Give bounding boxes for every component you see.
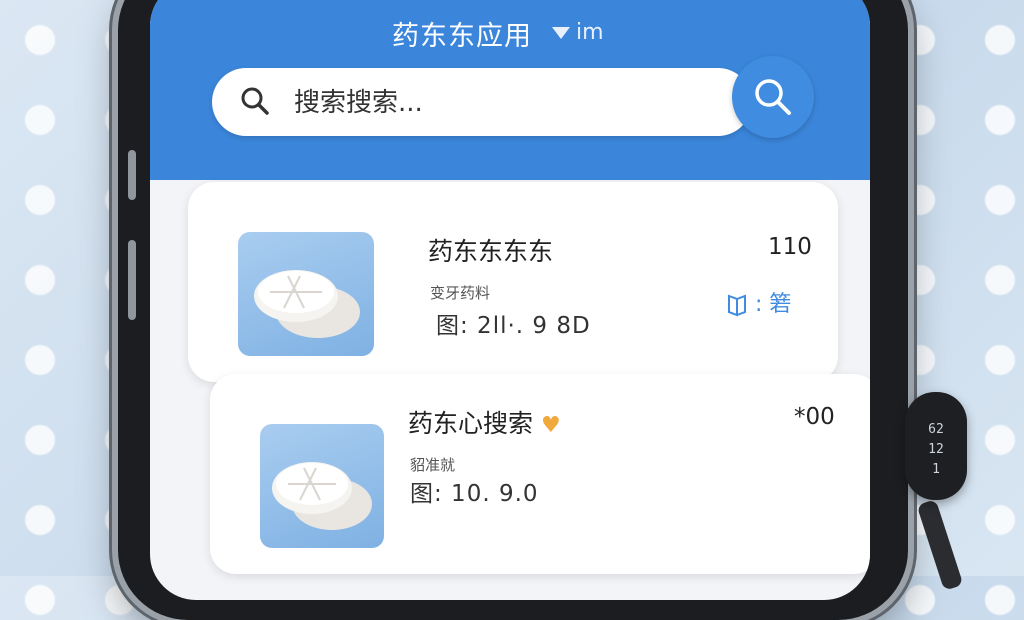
status-text: im: [576, 20, 604, 45]
product-name: 药东心搜索: [408, 409, 534, 438]
product-action[interactable]: : 箬: [726, 286, 791, 318]
book-icon: [728, 294, 746, 317]
wearable-device: 62 12 1: [905, 392, 967, 500]
product-card[interactable]: 药东东东东 变牙药料 图: 2ll·. 9 8D 110 : 箬: [188, 182, 838, 382]
product-price: 110: [768, 234, 812, 260]
pill-icon: [272, 462, 372, 530]
app-title: 药东东应用: [392, 21, 532, 52]
wearable-line-1: 62: [928, 422, 944, 437]
search-input[interactable]: [292, 82, 676, 124]
product-card[interactable]: 药东心搜索 ♥ 貂准就 图: 10. 9.0 *00: [210, 374, 870, 574]
wearable-line-2: 12: [928, 442, 944, 457]
search-icon: [755, 79, 791, 115]
wifi-icon: [552, 27, 570, 39]
band-strap: [916, 499, 964, 591]
app-header: 药东东应用 im: [150, 0, 870, 180]
product-image: [238, 232, 374, 356]
search-button[interactable]: [732, 56, 814, 138]
product-spec: 图: 10. 9.0: [410, 481, 539, 507]
wearable-line-3: 1: [932, 462, 940, 477]
product-action-label: : 箬: [755, 292, 792, 317]
phone-side-button: [128, 150, 136, 200]
pill-icon: [254, 270, 360, 338]
status-indicator: im: [552, 20, 604, 45]
phone-volume-button: [128, 240, 136, 320]
search-icon: [241, 87, 269, 115]
product-price: *00: [794, 404, 835, 430]
product-subtitle: 变牙药料: [430, 284, 491, 302]
phone-screen: 药东东应用 im 搜索搜索... 药东东东东 变牙药料 图: 2ll·. 9 8…: [150, 0, 870, 600]
product-subtitle: 貂准就: [410, 456, 456, 474]
product-image: [260, 424, 384, 548]
heart-icon[interactable]: ♥: [541, 413, 561, 438]
product-name: 药东东东东: [428, 237, 554, 266]
product-name-row: 药东心搜索 ♥: [408, 404, 561, 440]
product-spec: 图: 2ll·. 9 8D: [436, 313, 591, 339]
search-bar[interactable]: [212, 68, 752, 136]
